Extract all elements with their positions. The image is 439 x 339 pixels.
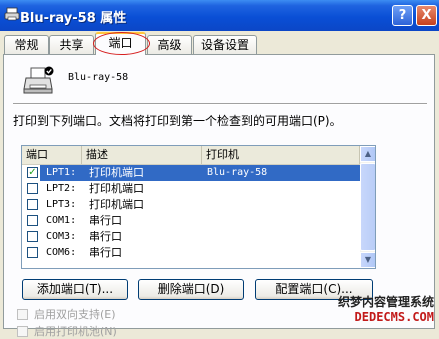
port-name: LPT1: [46, 167, 77, 178]
tab-device-settings[interactable]: 设备设置 [193, 35, 257, 54]
scroll-down-arrow-icon[interactable]: ▼ [360, 252, 375, 268]
port-printer: Blu-ray-58 [207, 167, 268, 178]
list-item[interactable]: COM3: 串行口 [22, 229, 360, 245]
port-checkbox[interactable]: ✓ [27, 167, 38, 178]
list-item[interactable]: COM6: 串行口 [22, 245, 360, 261]
close-button[interactable]: X [416, 5, 437, 26]
port-desc: 串行口 [89, 214, 122, 227]
pooling-label: 启用打印机池(N) [34, 325, 117, 338]
printer-icon [4, 7, 20, 21]
port-checkbox[interactable] [27, 183, 38, 194]
list-item[interactable]: LPT3: 打印机端口 [22, 197, 360, 213]
port-name: COM1: [46, 215, 77, 226]
ports-list[interactable]: 端口 描述 打印机 ✓ LPT1: 打印机端口 Blu-ray-58 LPT2:… [21, 145, 376, 269]
list-header: 端口 描述 打印机 [22, 146, 360, 165]
printer-icon [23, 66, 54, 94]
tab-strip: 常规 共享 端口 高级 设备设置 [0, 31, 439, 55]
list-item[interactable]: LPT2: 打印机端口 [22, 181, 360, 197]
selection-highlight [40, 165, 360, 181]
port-checkbox[interactable] [27, 199, 38, 210]
scroll-up-arrow-icon[interactable]: ▲ [360, 146, 375, 162]
port-desc: 打印机端口 [89, 166, 144, 179]
add-port-button[interactable]: 添加端口(T)... [22, 279, 128, 300]
watermark: 织梦内容管理系统 DEDECMS.COM [327, 291, 439, 329]
tab-ports[interactable]: 端口 [95, 32, 146, 55]
divider [13, 103, 427, 105]
port-name: COM3: [46, 231, 77, 242]
ports-panel: Blu-ray-58 打印到下列端口。文档将打印到第一个检查到的可用端口(P)。… [3, 54, 435, 338]
port-name: LPT3: [46, 199, 77, 210]
port-desc: 打印机端口 [89, 182, 144, 195]
window-title: Blu-ray-58 属性 [20, 11, 127, 26]
port-checkbox[interactable] [27, 247, 38, 258]
help-button[interactable]: ? [392, 5, 413, 26]
watermark-line1: 织梦内容管理系统 [337, 295, 434, 309]
watermark-line2: DEDECMS.COM [354, 310, 434, 324]
pooling-checkbox[interactable] [17, 326, 28, 337]
bidirectional-label: 启用双向支持(E) [34, 308, 116, 321]
port-description: 打印到下列端口。文档将打印到第一个检查到的可用端口(P)。 [13, 114, 342, 128]
port-desc: 串行口 [89, 230, 122, 243]
vertical-scrollbar[interactable]: ▲ ▼ [360, 146, 375, 268]
list-item[interactable]: COM1: 串行口 [22, 213, 360, 229]
printer-name: Blu-ray-58 [68, 72, 129, 83]
column-header-printer[interactable]: 打印机 [202, 146, 360, 164]
port-checkbox[interactable] [27, 215, 38, 226]
column-header-port[interactable]: 端口 [22, 146, 82, 164]
scroll-thumb[interactable] [360, 163, 375, 251]
tab-advanced[interactable]: 高级 [147, 35, 192, 54]
delete-port-button[interactable]: 删除端口(D) [138, 279, 244, 300]
column-header-description[interactable]: 描述 [82, 146, 202, 164]
port-checkbox[interactable] [27, 231, 38, 242]
port-desc: 打印机端口 [89, 198, 144, 211]
bidirectional-checkbox[interactable] [17, 309, 28, 320]
tab-sharing[interactable]: 共享 [49, 35, 94, 54]
list-item[interactable]: ✓ LPT1: 打印机端口 Blu-ray-58 [22, 165, 360, 181]
port-name: COM6: [46, 247, 77, 258]
tab-general[interactable]: 常规 [4, 35, 49, 54]
port-desc: 串行口 [89, 246, 122, 259]
pooling-option[interactable]: 启用打印机池(N) [17, 325, 217, 339]
title-bar[interactable]: Blu-ray-58 属性 ? X [0, 0, 439, 31]
port-name: LPT2: [46, 183, 77, 194]
bidirectional-option[interactable]: 启用双向支持(E) [17, 308, 217, 322]
